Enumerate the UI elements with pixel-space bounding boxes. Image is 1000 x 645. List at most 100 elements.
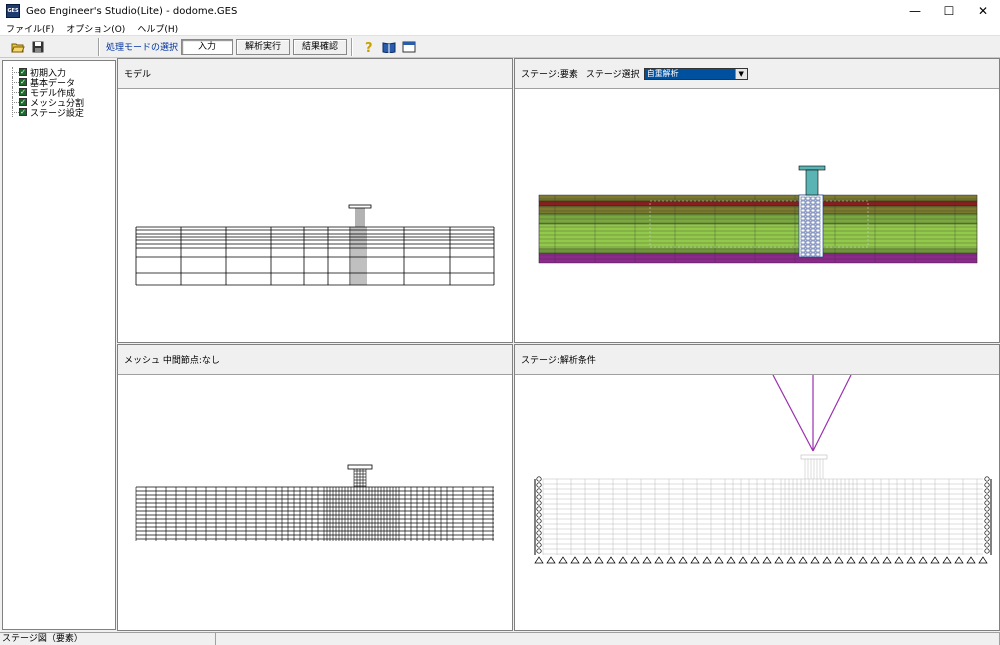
load-line xyxy=(812,375,852,452)
status-bar: ステージ図（要素） xyxy=(0,632,1000,645)
svg-text:?: ? xyxy=(365,41,373,54)
panel-stage-elements: ステージ:要素 ステージ選択 自重解析 ▼ xyxy=(514,58,1000,343)
soil-layer xyxy=(538,223,978,250)
stage-dropdown-value: 自重解析 xyxy=(644,68,735,79)
support-triangle xyxy=(930,556,940,564)
roller-support xyxy=(536,476,542,482)
window-icon[interactable] xyxy=(401,39,417,55)
tree-connector xyxy=(5,87,19,97)
support-triangle xyxy=(786,556,796,564)
roller-support xyxy=(536,506,542,512)
support-triangle xyxy=(966,556,976,564)
minimize-button[interactable]: — xyxy=(898,0,932,22)
mode-analysis-button[interactable]: 解析実行 xyxy=(236,38,291,55)
chevron-down-icon[interactable]: ▼ xyxy=(734,68,747,79)
support-triangle xyxy=(774,556,784,564)
close-button[interactable]: ✕ xyxy=(966,0,1000,22)
roller-support xyxy=(984,530,990,536)
panel-analysis-conditions: ステージ:解析条件 xyxy=(514,344,1000,631)
status-pane-empty xyxy=(216,633,1000,645)
support-triangle xyxy=(954,556,964,564)
mode-input-button[interactable]: 入力 xyxy=(181,38,234,55)
save-disk-icon[interactable] xyxy=(30,39,46,55)
roller-support xyxy=(984,500,990,506)
support-triangle xyxy=(726,556,736,564)
roller-support xyxy=(984,548,990,554)
checkbox-icon[interactable]: ✓ xyxy=(19,78,27,86)
folder-open-icon[interactable] xyxy=(10,39,26,55)
support-triangle xyxy=(834,556,844,564)
support-triangle xyxy=(906,556,916,564)
model-canvas[interactable] xyxy=(118,89,512,342)
tree-item[interactable]: ✓ ステージ設定 xyxy=(5,107,115,119)
panel-mesh: メッシュ 中間節点:なし xyxy=(117,344,513,631)
roller-support xyxy=(536,536,542,542)
support-triangle xyxy=(870,556,880,564)
support-triangle xyxy=(918,556,928,564)
checkbox-icon[interactable]: ✓ xyxy=(19,108,27,116)
support-triangle xyxy=(534,556,544,564)
support-triangle xyxy=(570,556,580,564)
support-triangle xyxy=(678,556,688,564)
support-triangle xyxy=(606,556,616,564)
soil-layer xyxy=(538,252,978,264)
title-bar: GES Geo Engineer's Studio(Lite) - dodome… xyxy=(0,0,1000,22)
panel-model: モデル xyxy=(117,58,513,343)
support-triangle xyxy=(750,556,760,564)
roller-support xyxy=(536,524,542,530)
support-triangle xyxy=(822,556,832,564)
toolbar-separator xyxy=(98,37,100,56)
roller-support xyxy=(984,524,990,530)
maximize-button[interactable]: ☐ xyxy=(932,0,966,22)
support-triangle xyxy=(798,556,808,564)
roller-support xyxy=(984,488,990,494)
support-triangle xyxy=(762,556,772,564)
checkbox-icon[interactable]: ✓ xyxy=(19,88,27,96)
support-triangle xyxy=(714,556,724,564)
mesh-canvas[interactable] xyxy=(118,375,512,630)
stage-elements-canvas[interactable] xyxy=(515,89,999,342)
roller-support xyxy=(984,482,990,488)
menu-file[interactable]: ファイル(F) xyxy=(0,22,60,35)
stage-dropdown[interactable]: 自重解析 ▼ xyxy=(643,67,748,80)
stage-select-label: ステージ選択 xyxy=(585,70,640,80)
panel-header: モデル xyxy=(118,59,512,89)
roller-support xyxy=(536,494,542,500)
roller-support xyxy=(536,500,542,506)
checkbox-icon[interactable]: ✓ xyxy=(19,68,27,76)
mode-select-label: 処理モードの選択 xyxy=(106,43,179,53)
toolbar: 処理モードの選択 入力 解析実行 結果確認 ? xyxy=(0,36,1000,58)
panel-title: モデル xyxy=(124,70,152,80)
book-icon[interactable] xyxy=(381,39,397,55)
help-question-icon[interactable]: ? xyxy=(361,39,377,55)
support-triangle xyxy=(630,556,640,564)
structure-cap xyxy=(798,165,826,171)
support-triangle xyxy=(858,556,868,564)
support-triangle xyxy=(666,556,676,564)
support-triangle xyxy=(978,556,988,564)
menu-help[interactable]: ヘルプ(H) xyxy=(131,22,184,35)
support-triangle xyxy=(594,556,604,564)
soil-layer xyxy=(538,200,978,207)
menu-options[interactable]: オプション(O) xyxy=(60,22,131,35)
tree-connector xyxy=(5,77,19,87)
analysis-conditions-canvas[interactable] xyxy=(515,375,999,630)
tree-connector xyxy=(5,107,19,117)
roller-support xyxy=(984,476,990,482)
app-icon: GES xyxy=(6,4,20,18)
roller-support xyxy=(536,530,542,536)
support-triangle xyxy=(702,556,712,564)
support-triangle xyxy=(882,556,892,564)
roller-support xyxy=(984,536,990,542)
panel-header: ステージ:要素 ステージ選択 自重解析 ▼ xyxy=(515,59,999,89)
checkbox-icon[interactable]: ✓ xyxy=(19,98,27,106)
navigation-tree: ✓ 初期入力 ✓ 基本データ ✓ モデル作成 ✓ メッシュ分割 ✓ ステージ設定 xyxy=(2,60,116,630)
roller-support xyxy=(984,542,990,548)
structure-cap xyxy=(347,464,373,470)
mode-results-button[interactable]: 結果確認 xyxy=(293,38,348,55)
support-triangle xyxy=(546,556,556,564)
support-triangle xyxy=(654,556,664,564)
roller-support xyxy=(536,548,542,554)
roller-support xyxy=(536,488,542,494)
load-line xyxy=(772,375,814,452)
